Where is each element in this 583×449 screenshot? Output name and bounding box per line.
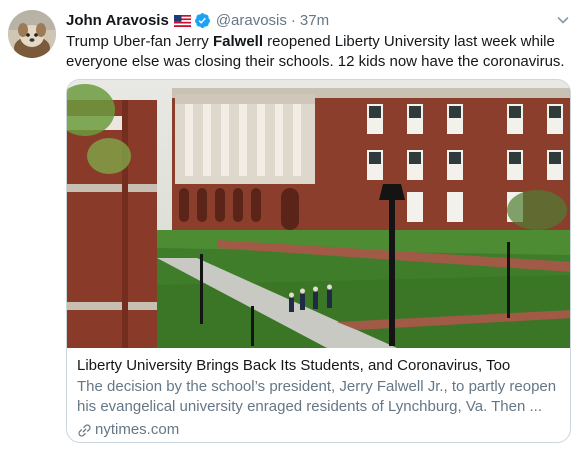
author-name[interactable]: John Aravosis	[66, 12, 169, 29]
link-icon	[77, 423, 92, 438]
tweet-text-part: Trump Uber-fan Jerry	[66, 33, 213, 50]
verified-badge-icon	[194, 12, 211, 29]
link-card[interactable]: Liberty University Brings Back Its Stude…	[66, 79, 571, 443]
tweet-timestamp[interactable]: 37m	[300, 12, 329, 29]
tweet-header: John Aravosis @aravosis · 37m	[66, 10, 329, 30]
card-domain[interactable]: nytimes.com	[95, 420, 179, 440]
card-description: The decision by the school’s president, …	[77, 378, 557, 415]
tweet[interactable]: John Aravosis @aravosis · 37m Trump Uber…	[0, 0, 583, 449]
card-image	[67, 80, 570, 348]
us-flag-icon	[173, 14, 191, 27]
tweet-text-bold: Falwell	[212, 33, 264, 50]
card-domain-row[interactable]: nytimes.com	[77, 420, 562, 440]
separator-dot: ·	[290, 11, 296, 29]
author-handle[interactable]: @aravosis	[216, 12, 287, 29]
tweet-text: Trump Uber-fan Jerry Falwell reopened Li…	[66, 32, 571, 72]
card-body: Liberty University Brings Back Its Stude…	[77, 356, 562, 440]
avatar[interactable]	[8, 10, 56, 58]
card-title[interactable]: Liberty University Brings Back Its Stude…	[77, 356, 562, 376]
chevron-down-icon[interactable]	[555, 12, 571, 28]
